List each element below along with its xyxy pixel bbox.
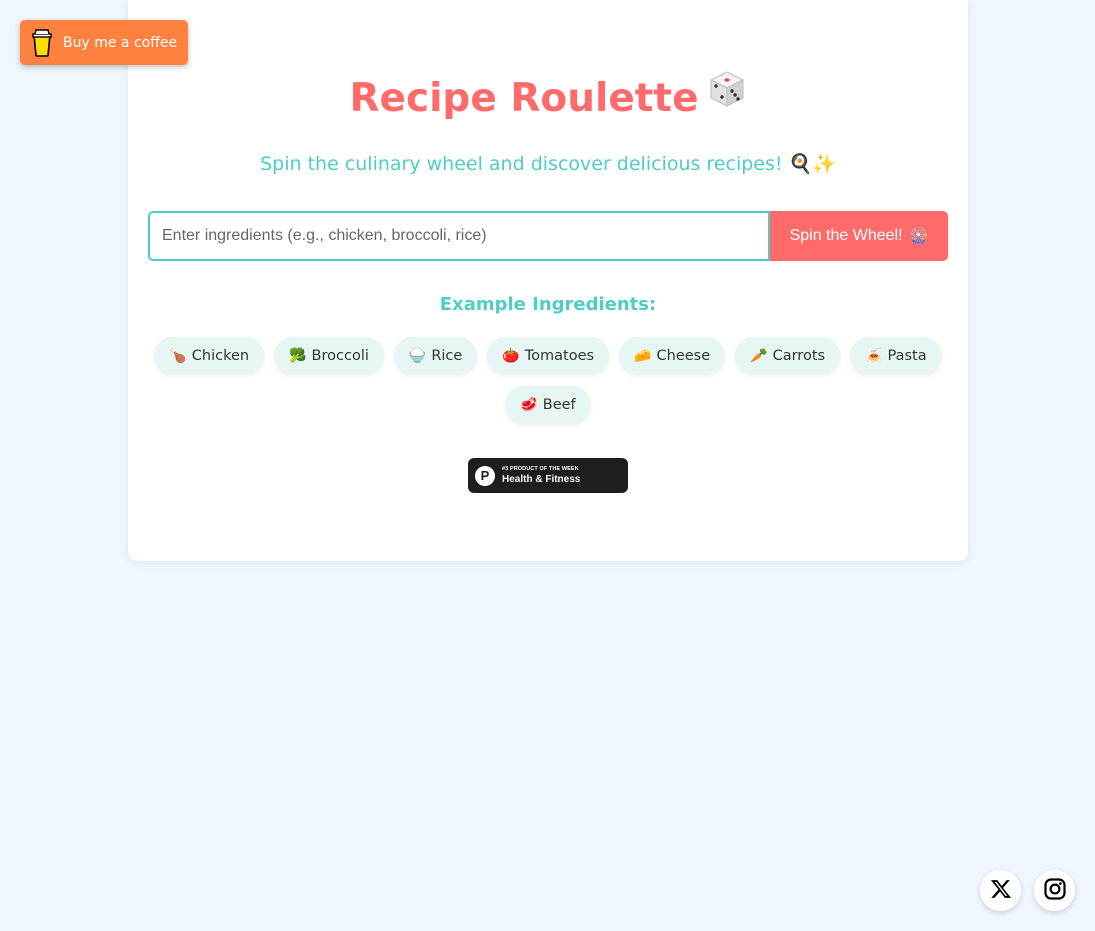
example-ingredients-heading: Example Ingredients: [439,294,657,315]
ingredient-chip-carrots[interactable]: 🥕 Carrots [735,337,841,374]
ingredient-chip-tomatoes[interactable]: 🍅 Tomatoes [487,337,610,374]
subtitle: Spin the culinary wheel and discover del… [260,153,836,175]
chip-label: Tomatoes [524,347,595,364]
ingredients-input[interactable] [148,211,770,261]
spin-wheel-button[interactable]: Spin the Wheel! 🎡 [770,211,948,261]
buy-me-a-coffee-button[interactable]: Buy me a coffee [20,20,188,65]
ingredient-chip-pasta[interactable]: 🍝 Pasta [850,337,942,374]
x-social-button[interactable] [980,870,1021,911]
ingredient-chip-chicken[interactable]: 🍗 Chicken [154,337,265,374]
broccoli-icon: 🥦 [289,347,307,364]
carrot-icon: 🥕 [750,347,768,364]
example-ingredients-list: 🍗 Chicken 🥦 Broccoli 🍚 Rice 🍅 Tomatoes 🧀… [148,337,948,423]
product-hunt-logo-icon: P [475,465,495,486]
chip-label: Pasta [887,347,927,364]
dice-icon [707,69,747,124]
chip-label: Cheese [656,347,711,364]
coffee-button-label: Buy me a coffee [63,34,178,51]
rice-bowl-icon: 🍚 [408,347,427,364]
badge-rank-text: #3 PRODUCT OF THE WEEK [502,465,579,472]
title-text: Recipe Roulette [349,76,699,121]
badge-category-text: Health & Fitness [502,474,581,486]
chip-label: Beef [542,396,576,413]
instagram-social-button[interactable] [1034,870,1075,911]
ingredient-chip-rice[interactable]: 🍚 Rice [393,337,478,374]
ingredient-chip-beef[interactable]: 🥩 Beef [505,386,591,423]
ferris-wheel-icon: 🎡 [908,228,929,245]
pasta-icon: 🍝 [865,347,883,364]
ingredient-chip-cheese[interactable]: 🧀 Cheese [619,337,726,374]
product-hunt-badge[interactable]: P #3 PRODUCT OF THE WEEK Health & Fitnes… [468,458,628,493]
cheese-icon: 🧀 [634,347,652,364]
chicken-leg-icon: 🍗 [169,347,187,364]
ingredient-chip-broccoli[interactable]: 🥦 Broccoli [274,337,384,374]
chip-label: Rice [431,347,463,364]
search-row: Spin the Wheel! 🎡 [148,211,948,261]
instagram-icon [1043,877,1067,905]
chip-label: Broccoli [311,347,369,364]
chip-label: Chicken [191,347,250,364]
coffee-cup-icon [32,28,52,57]
x-icon [990,878,1012,904]
badge-text: #3 PRODUCT OF THE WEEK Health & Fitness [502,466,580,485]
spin-button-label: Spin the Wheel! [789,227,903,244]
tomato-icon: 🍅 [502,347,520,364]
chip-label: Carrots [772,347,826,364]
main-card: Recipe Roulette Spin the culinary wheel … [128,0,968,561]
page-title: Recipe Roulette [128,69,968,126]
steak-icon: 🥩 [520,396,538,413]
